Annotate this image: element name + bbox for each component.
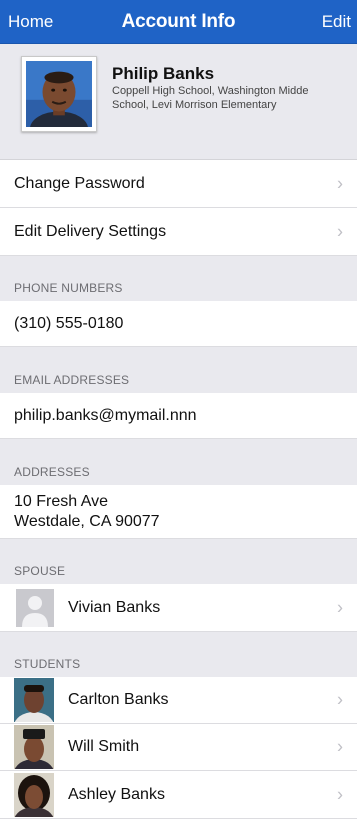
- chevron-right-icon: ›: [337, 597, 343, 617]
- spouse-name: Vivian Banks: [68, 598, 161, 616]
- chevron-right-icon: ›: [337, 689, 343, 710]
- student-row[interactable]: Will Smith ›: [0, 724, 357, 771]
- address-line-1: 10 Fresh Ave: [14, 492, 108, 510]
- delivery-settings-label: Edit Delivery Settings: [14, 222, 167, 240]
- phone-section-header: PHONE NUMBERS: [0, 256, 357, 301]
- student-avatar: [14, 772, 54, 817]
- student-avatar: [14, 678, 54, 722]
- address-line-2: Westdale, CA 90077: [14, 512, 160, 530]
- change-password-label: Change Password: [14, 174, 145, 192]
- profile-photo-image: [26, 61, 92, 127]
- student-name: Ashley Banks: [68, 785, 165, 803]
- email-section-header: EMAIL ADDRESSES: [0, 347, 357, 393]
- profile-header: Philip Banks Coppell High School, Washin…: [0, 44, 357, 160]
- student-row[interactable]: Ashley Banks ›: [0, 771, 357, 819]
- chevron-right-icon: ›: [337, 173, 343, 193]
- student-name: Will Smith: [68, 738, 140, 755]
- spouse-row[interactable]: Vivian Banks ›: [0, 584, 357, 632]
- change-password-row[interactable]: Change Password ›: [0, 160, 357, 208]
- address-row[interactable]: 10 Fresh Ave Westdale, CA 90077: [0, 485, 357, 539]
- navigation-bar: Home Account Info Edit: [0, 0, 357, 44]
- address-value: 10 Fresh Ave Westdale, CA 90077: [0, 492, 160, 532]
- edit-button[interactable]: Edit: [322, 12, 351, 32]
- phone-value: (310) 555-0180: [14, 314, 124, 332]
- phone-row[interactable]: (310) 555-0180: [0, 301, 357, 347]
- chevron-right-icon: ›: [337, 221, 343, 241]
- address-section-header: ADDRESSES: [0, 439, 357, 485]
- home-button[interactable]: Home: [8, 12, 53, 32]
- email-value: philip.banks@mymail.nnn: [14, 406, 197, 424]
- student-row[interactable]: Carlton Banks ›: [0, 677, 357, 724]
- chevron-right-icon: ›: [337, 784, 343, 804]
- profile-schools: Coppell High School, Washington Midde Sc…: [112, 85, 309, 111]
- profile-photo: [21, 56, 97, 132]
- students-section-header: STUDENTS: [0, 632, 357, 677]
- chevron-right-icon: ›: [337, 736, 343, 757]
- placeholder-person-icon: [16, 588, 54, 627]
- student-avatar: [14, 725, 54, 769]
- spouse-section-header: SPOUSE: [0, 539, 357, 584]
- profile-name: Philip Banks: [112, 64, 215, 83]
- page-title: Account Info: [121, 10, 236, 32]
- student-name: Carlton Banks: [68, 691, 169, 708]
- email-row[interactable]: philip.banks@mymail.nnn: [0, 393, 357, 439]
- delivery-settings-row[interactable]: Edit Delivery Settings ›: [0, 208, 357, 256]
